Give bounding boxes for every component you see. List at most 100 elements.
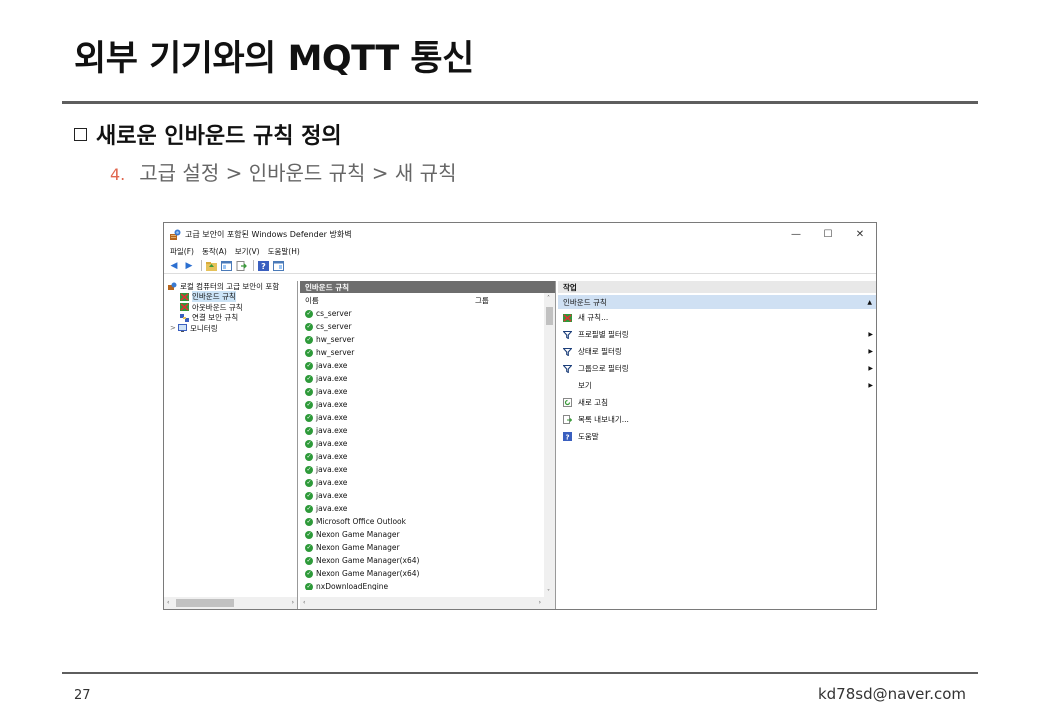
step-line: 4. 고급 설정 > 인바운드 규칙 > 새 규칙 bbox=[110, 157, 456, 186]
rule-name: Nexon Game Manager(x64) bbox=[316, 556, 420, 565]
scrollbar-thumb[interactable] bbox=[176, 599, 234, 607]
rule-name: java.exe bbox=[316, 478, 348, 487]
rule-row[interactable]: ✓ Microsoft Office Outlook bbox=[300, 515, 555, 528]
rule-row[interactable]: ✓ nxDownloadEngine bbox=[300, 580, 555, 590]
window-title: 고급 보안이 포함된 Windows Defender 방화벽 bbox=[185, 229, 352, 239]
enabled-check-icon: ✓ bbox=[305, 530, 313, 539]
scroll-left-arrow-icon[interactable]: ‹ bbox=[303, 599, 305, 606]
scrollbar-thumb[interactable] bbox=[546, 307, 553, 325]
actions-section-label: 인바운드 규칙 bbox=[563, 297, 607, 307]
help-icon: ? bbox=[563, 432, 572, 441]
column-header-name[interactable]: 이름 bbox=[305, 295, 475, 306]
tree-item-outbound-rules[interactable]: 아웃바운드 규칙 bbox=[164, 302, 297, 313]
action-filter-profile[interactable]: 프로필별 필터링 ▶ bbox=[558, 326, 876, 343]
expand-chevron-icon[interactable]: > bbox=[170, 324, 178, 332]
rule-row[interactable]: ✓ java.exe bbox=[300, 385, 555, 398]
scroll-right-arrow-icon[interactable]: › bbox=[292, 599, 294, 606]
enabled-check-icon: ✓ bbox=[305, 504, 313, 513]
rule-row[interactable]: ✓ Nexon Game Manager(x64) bbox=[300, 554, 555, 567]
svg-text:?: ? bbox=[261, 262, 266, 271]
tree-item-label: 모니터링 bbox=[190, 323, 218, 333]
rule-row[interactable]: ✓ java.exe bbox=[300, 476, 555, 489]
collapse-arrow-icon[interactable]: ▲ bbox=[867, 299, 872, 306]
enabled-check-icon: ✓ bbox=[305, 517, 313, 526]
action-new-rule[interactable]: 새 규칙... bbox=[558, 309, 876, 326]
rule-row[interactable]: ✓ Nexon Game Manager bbox=[300, 528, 555, 541]
tree-root[interactable]: 로컬 컴퓨터의 고급 보안이 포함 bbox=[164, 281, 297, 292]
scroll-up-arrow-icon[interactable]: ˄ bbox=[547, 295, 550, 302]
back-arrow-icon[interactable]: ◀ bbox=[168, 260, 180, 272]
rule-name: java.exe bbox=[316, 452, 348, 461]
list-vertical-scrollbar[interactable]: ˄ ˅ bbox=[544, 293, 555, 597]
rule-row[interactable]: ✓ java.exe bbox=[300, 489, 555, 502]
toolbar-separator bbox=[201, 260, 202, 271]
rule-row[interactable]: ✓ cs_server bbox=[300, 307, 555, 320]
rule-row[interactable]: ✓ java.exe bbox=[300, 450, 555, 463]
rule-row[interactable]: ✓ java.exe bbox=[300, 359, 555, 372]
enabled-check-icon: ✓ bbox=[305, 322, 313, 331]
close-button[interactable]: ✕ bbox=[844, 223, 876, 245]
action-refresh[interactable]: 새로 고침 bbox=[558, 394, 876, 411]
scroll-down-arrow-icon[interactable]: ˅ bbox=[547, 589, 550, 596]
column-header-group[interactable]: 그룹 bbox=[475, 295, 489, 306]
action-label: 상태로 필터링 bbox=[578, 347, 622, 356]
rule-row[interactable]: ✓ java.exe bbox=[300, 463, 555, 476]
blank-icon bbox=[563, 381, 572, 390]
enabled-check-icon: ✓ bbox=[305, 491, 313, 500]
rule-name: Nexon Game Manager(x64) bbox=[316, 569, 420, 578]
rule-row[interactable]: ✓ hw_server bbox=[300, 333, 555, 346]
action-filter-group[interactable]: 그룹으로 필터링 ▶ bbox=[558, 360, 876, 377]
rule-row[interactable]: ✓ cs_server bbox=[300, 320, 555, 333]
rule-row[interactable]: ✓ Nexon Game Manager(x64) bbox=[300, 567, 555, 580]
scroll-right-arrow-icon[interactable]: › bbox=[539, 599, 541, 606]
enabled-check-icon: ✓ bbox=[305, 400, 313, 409]
menu-view[interactable]: 보기(V) bbox=[235, 246, 260, 257]
rule-row[interactable]: ✓ java.exe bbox=[300, 424, 555, 437]
actions-section-inbound[interactable]: 인바운드 규칙 ▲ bbox=[558, 295, 876, 309]
menu-file[interactable]: 파일(F) bbox=[170, 246, 194, 257]
list-pane-header: 인바운드 규칙 bbox=[300, 281, 555, 293]
firewall-window: 고급 보안이 포함된 Windows Defender 방화벽 — ☐ ✕ 파일… bbox=[163, 222, 877, 610]
rule-rows: ✓ cs_server ✓ cs_server ✓ hw_server ✓ hw_server… bbox=[300, 307, 555, 590]
tree-item-inbound-rules[interactable]: 인바운드 규칙 bbox=[164, 291, 297, 303]
action-view[interactable]: 보기 ▶ bbox=[558, 377, 876, 394]
rule-row[interactable]: ✓ java.exe bbox=[300, 437, 555, 450]
show-hide-tree-icon[interactable] bbox=[220, 260, 232, 272]
maximize-button[interactable]: ☐ bbox=[812, 223, 844, 245]
list-horizontal-scrollbar[interactable]: ‹ › bbox=[300, 597, 555, 609]
tree-item-monitoring[interactable]: > 모니터링 bbox=[164, 323, 297, 334]
rule-row[interactable]: ✓ java.exe bbox=[300, 372, 555, 385]
properties-icon[interactable] bbox=[272, 260, 284, 272]
export-list-icon[interactable] bbox=[235, 260, 247, 272]
menu-help[interactable]: 도움말(H) bbox=[268, 246, 300, 257]
tree-horizontal-scrollbar[interactable]: ‹ › bbox=[164, 597, 297, 609]
action-label: 그룹으로 필터링 bbox=[578, 364, 629, 373]
rule-row[interactable]: ✓ hw_server bbox=[300, 346, 555, 359]
up-folder-icon[interactable] bbox=[205, 260, 217, 272]
scroll-left-arrow-icon[interactable]: ‹ bbox=[167, 599, 169, 606]
tree-item-connection-security[interactable]: 연결 보안 규칙 bbox=[164, 313, 297, 324]
enabled-check-icon: ✓ bbox=[305, 478, 313, 487]
action-help[interactable]: ? 도움말 bbox=[558, 428, 876, 445]
rule-row[interactable]: ✓ java.exe bbox=[300, 411, 555, 424]
author-email: kd78sd@naver.com bbox=[817, 685, 966, 703]
forward-arrow-icon[interactable]: ▶ bbox=[183, 260, 195, 272]
svg-text:?: ? bbox=[565, 434, 569, 442]
rule-row[interactable]: ✓ java.exe bbox=[300, 502, 555, 515]
help-icon[interactable]: ? bbox=[257, 260, 269, 272]
checkbox-bullet-icon bbox=[74, 128, 87, 141]
enabled-check-icon: ✓ bbox=[305, 426, 313, 435]
action-filter-state[interactable]: 상태로 필터링 ▶ bbox=[558, 343, 876, 360]
actions-header: 작업 bbox=[558, 281, 876, 293]
menu-action[interactable]: 동작(A) bbox=[202, 246, 227, 257]
rule-row[interactable]: ✓ java.exe bbox=[300, 398, 555, 411]
firewall-app-icon bbox=[168, 282, 177, 291]
tree-root-label: 로컬 컴퓨터의 고급 보안이 포함 bbox=[180, 281, 280, 291]
rule-row[interactable]: ✓ Nexon Game Manager bbox=[300, 541, 555, 554]
action-label: 프로필별 필터링 bbox=[578, 330, 629, 339]
action-export-list[interactable]: 목록 내보내기... bbox=[558, 411, 876, 428]
minimize-button[interactable]: — bbox=[780, 223, 812, 245]
enabled-check-icon: ✓ bbox=[305, 582, 313, 590]
inbound-rules-list: 인바운드 규칙 이름 그룹 ✓ cs_server ✓ cs_server ✓ hw_se… bbox=[300, 281, 556, 609]
rule-name: Microsoft Office Outlook bbox=[316, 517, 406, 526]
